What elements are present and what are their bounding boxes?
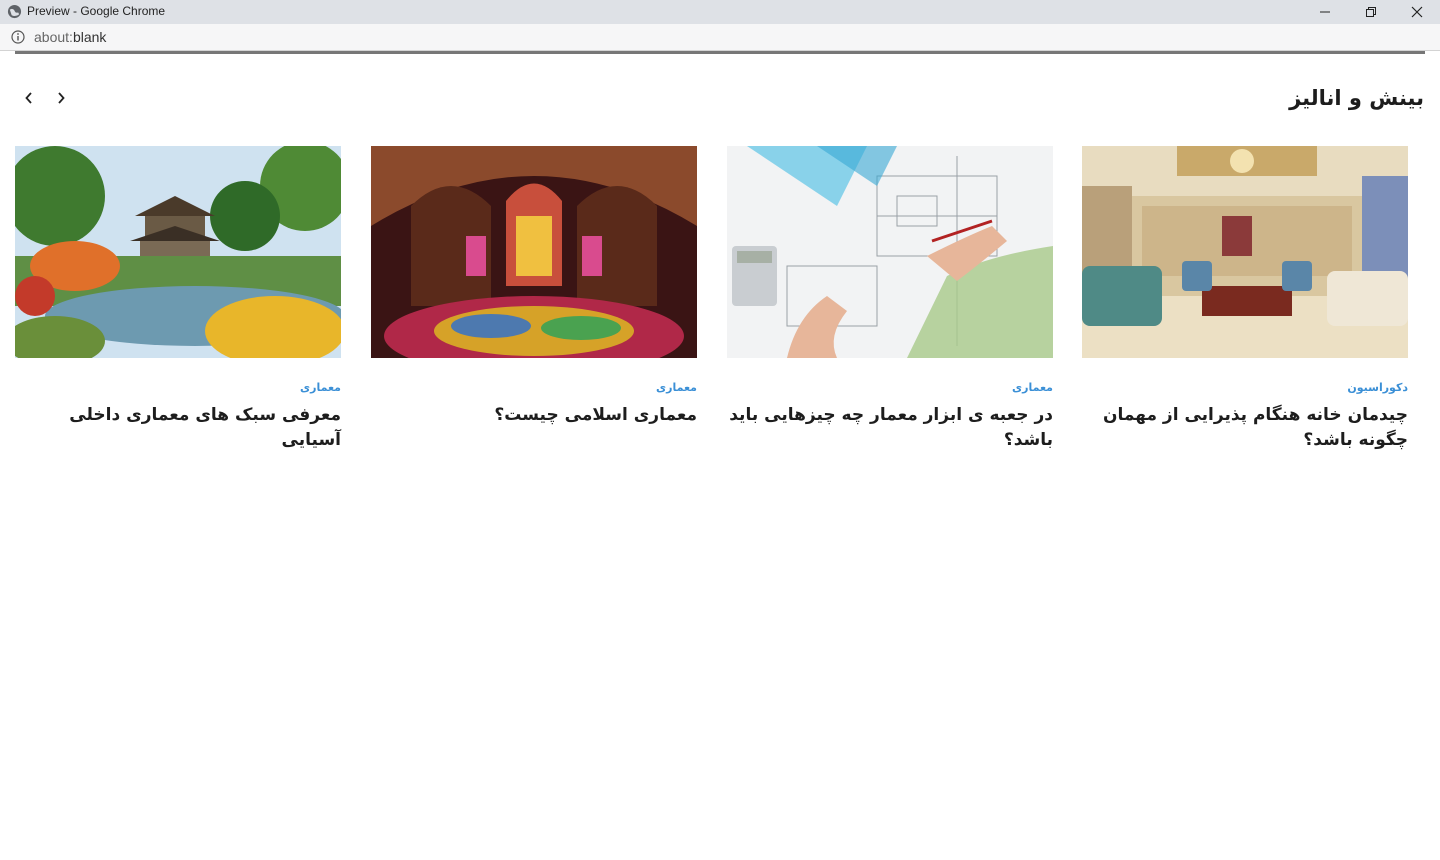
minimize-button[interactable] xyxy=(1302,0,1348,24)
article-image[interactable] xyxy=(727,146,1053,358)
window-titlebar: Preview - Google Chrome xyxy=(0,0,1440,24)
living-room-image xyxy=(1082,146,1408,358)
article-image[interactable] xyxy=(15,146,341,358)
page-divider xyxy=(15,51,1425,54)
address-bar[interactable]: about:blank xyxy=(0,24,1440,51)
url-scheme: about: xyxy=(34,29,73,45)
window-title: Preview - Google Chrome xyxy=(27,4,166,18)
close-button[interactable] xyxy=(1394,0,1440,24)
article-card[interactable]: دکوراسیون چیدمان خانه هنگام پذیرایی از م… xyxy=(1082,146,1408,466)
article-title[interactable]: در جعبه ی ابزار معمار چه چیزهایی باید با… xyxy=(727,403,1053,453)
chrome-globe-icon xyxy=(7,4,22,19)
article-image[interactable] xyxy=(1082,146,1408,358)
article-category[interactable]: دکوراسیون xyxy=(1347,381,1408,394)
restore-button[interactable] xyxy=(1348,0,1394,24)
minimize-icon xyxy=(1320,11,1330,13)
article-card[interactable]: معماری معرفی سبک های معماری داخلی آسیایی xyxy=(15,146,341,466)
chevron-right-icon xyxy=(58,92,65,104)
article-card[interactable]: معماری در جعبه ی ابزار معمار چه چیزهایی … xyxy=(727,146,1053,466)
article-title[interactable]: معماری اسلامی چیست؟ xyxy=(371,403,697,428)
section-title: بینش و انالیز xyxy=(1289,86,1424,110)
restore-icon xyxy=(1366,7,1376,17)
article-category[interactable]: معماری xyxy=(300,381,341,394)
info-icon[interactable] xyxy=(11,30,25,44)
close-icon xyxy=(1411,6,1423,18)
carousel-next-button[interactable] xyxy=(51,88,71,108)
article-category[interactable]: معماری xyxy=(656,381,697,394)
article-title[interactable]: چیدمان خانه هنگام پذیرایی از مهمان چگونه… xyxy=(1082,403,1408,453)
article-category[interactable]: معماری xyxy=(1012,381,1053,394)
blueprint-image xyxy=(727,146,1053,358)
url-text[interactable]: about:blank xyxy=(34,29,106,45)
article-image[interactable] xyxy=(371,146,697,358)
carousel-prev-button[interactable] xyxy=(19,88,39,108)
mosque-interior-image xyxy=(371,146,697,358)
article-title[interactable]: معرفی سبک های معماری داخلی آسیایی xyxy=(15,403,341,453)
chevron-left-icon xyxy=(25,92,32,104)
url-host: blank xyxy=(72,29,107,45)
japanese-garden-image xyxy=(15,146,341,358)
article-card[interactable]: معماری معماری اسلامی چیست؟ xyxy=(371,146,697,466)
